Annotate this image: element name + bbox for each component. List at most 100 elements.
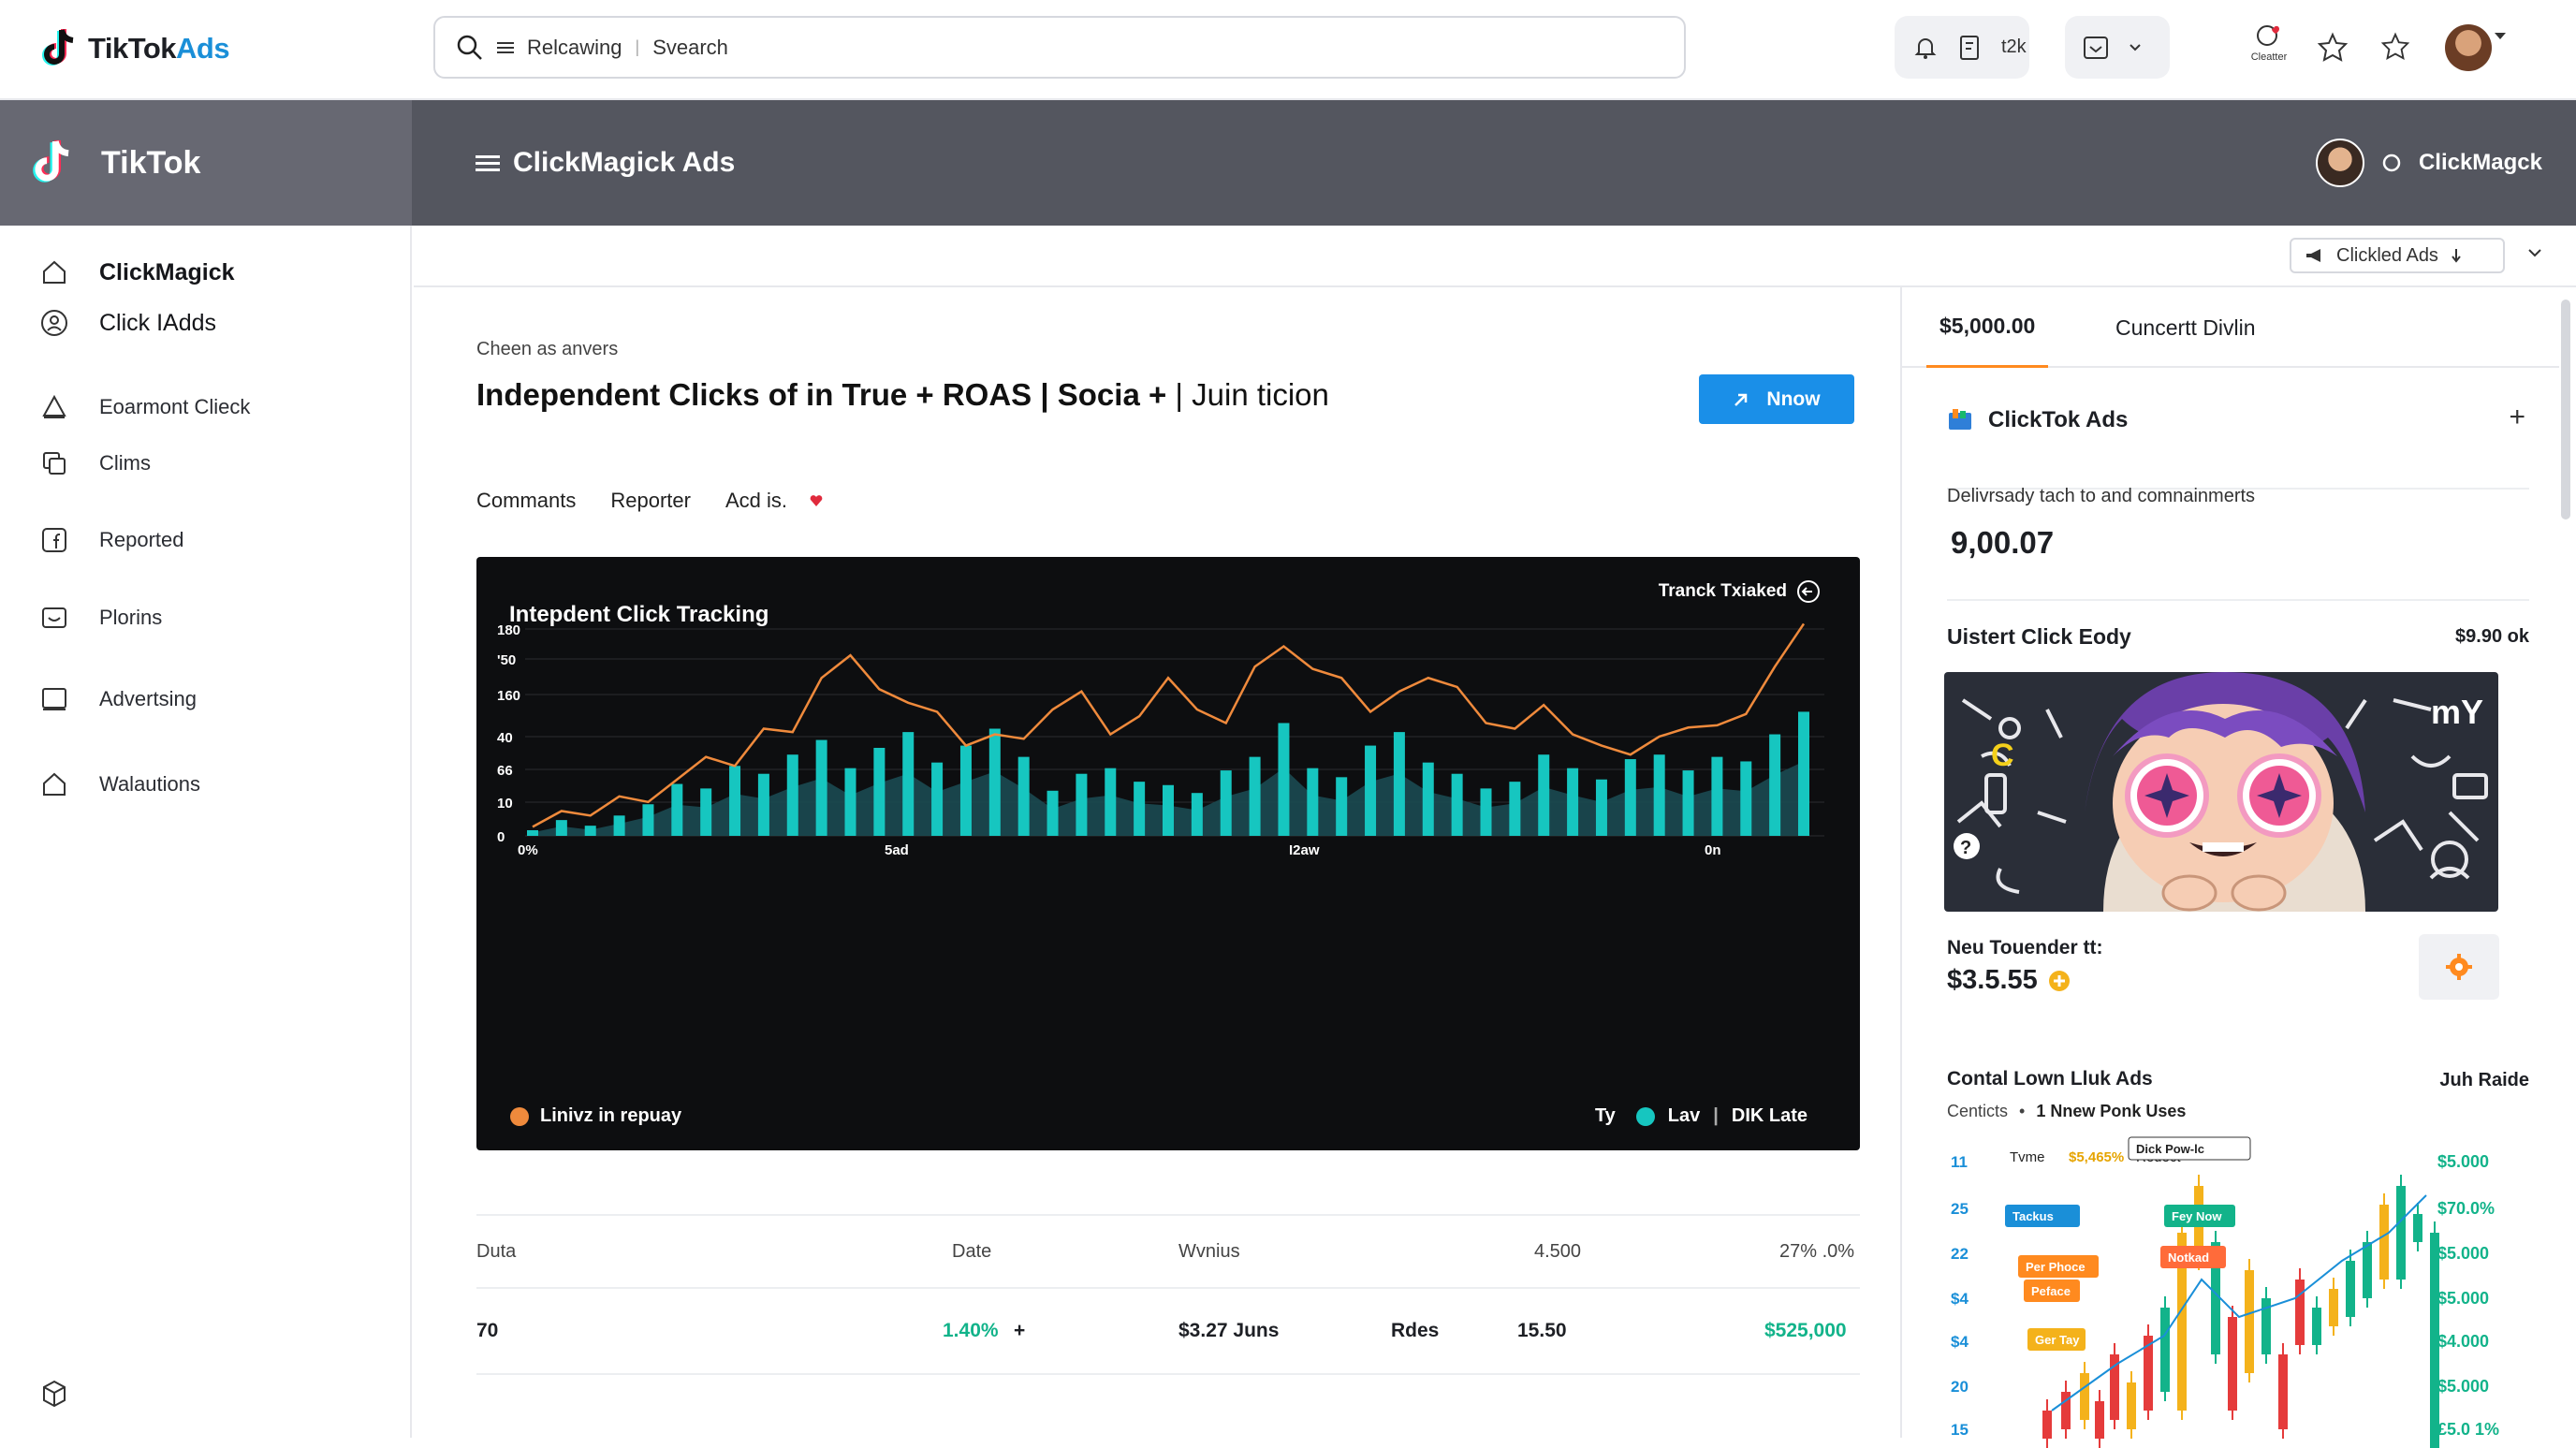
- y-tick-label: 66: [497, 763, 513, 779]
- mini-tag-label: Notkad: [2168, 1251, 2209, 1265]
- sidebar-item-reported[interactable]: Reported: [37, 523, 184, 557]
- ad-creative-thumbnail[interactable]: mY C ?: [1944, 672, 2498, 912]
- mini-tag-label: Ger Tay: [2035, 1333, 2080, 1347]
- chart-bar: [1220, 770, 1232, 836]
- account-name[interactable]: ClickMagck: [2419, 150, 2542, 176]
- header-account[interactable]: ClickMagck: [2315, 100, 2542, 226]
- chart-bar: [1798, 711, 1809, 836]
- mini-left-tick: $4: [1951, 1290, 1969, 1308]
- row-c2: 1.40%: [943, 1320, 999, 1341]
- chart-bar: [1422, 762, 1434, 836]
- legend-left-label: Linivz in repuay: [540, 1105, 682, 1126]
- mini-left-tick: 20: [1951, 1378, 1969, 1396]
- page-title-suffix: | Juin ticion: [1175, 377, 1329, 412]
- logo-text: TikTok: [88, 32, 177, 65]
- search-icon[interactable]: [456, 34, 484, 62]
- search-bar[interactable]: Relcawing | Svearch: [433, 16, 1686, 79]
- subbar-chevron-icon[interactable]: [2527, 247, 2542, 258]
- row-c1: 70: [476, 1320, 499, 1341]
- tab-reporter[interactable]: Reporter: [610, 489, 691, 513]
- row-add-button[interactable]: +: [1014, 1289, 1025, 1373]
- chart-bar: [671, 783, 683, 836]
- chart-bar: [613, 815, 625, 836]
- x-tick-label: 5ad: [885, 842, 909, 858]
- avatar-chevron-icon[interactable]: [2494, 32, 2507, 41]
- inbox-group[interactable]: [2065, 16, 2170, 79]
- chart-bar: [700, 788, 712, 836]
- user-avatar[interactable]: [2445, 24, 2492, 71]
- table-row[interactable]: 70 1.40% + $3.27 Juns Rdes 15.50 $525,00…: [476, 1289, 1860, 1375]
- document-icon[interactable]: [1958, 34, 1983, 62]
- mini-header-time: Tvme: [2010, 1149, 2045, 1165]
- chart-bar: [1046, 790, 1059, 836]
- chart-bar: [642, 804, 654, 836]
- contal-right[interactable]: Juh Raide: [2439, 1070, 2529, 1091]
- settings-button[interactable]: [2419, 934, 2499, 1000]
- hamburger-icon[interactable]: [476, 153, 500, 173]
- candle-body: [2228, 1317, 2237, 1411]
- mini-tag-label: Peface: [2031, 1284, 2071, 1298]
- x-tick-label: 0n: [1705, 842, 1721, 858]
- settings-cube-icon[interactable]: [37, 1377, 71, 1411]
- candle-body: [2363, 1242, 2372, 1298]
- right-scrollbar[interactable]: [2561, 300, 2570, 519]
- heart-dropdown-icon[interactable]: [809, 494, 824, 507]
- user-badge-label: Cleatter: [2250, 51, 2288, 63]
- tab-commants[interactable]: Commants: [476, 489, 576, 513]
- mini-candle-chart: Tvme$5,465%Redect112522$4$42015$5.000$70…: [1951, 1136, 2499, 1448]
- inbox-icon[interactable]: [2082, 35, 2110, 61]
- col-percent: 27% .0%: [1779, 1240, 1855, 1262]
- add-card-button[interactable]: +: [2509, 402, 2525, 433]
- chart-bar: [988, 728, 1001, 836]
- sidebar-item-eoarmont-clieck[interactable]: Eoarmont Clieck: [37, 390, 250, 424]
- main-content: Cheen as anvers Independent Clicks of in…: [414, 287, 1900, 1438]
- tiktok-ads-logo[interactable]: TikTokAds: [41, 22, 230, 75]
- tab-amount[interactable]: $5,000.00: [1926, 287, 2049, 368]
- favorite-icon[interactable]: [2380, 32, 2410, 62]
- search-placeholder[interactable]: Svearch: [652, 36, 728, 60]
- notification-group[interactable]: t2k: [1895, 16, 2029, 79]
- smile-card-icon: [37, 601, 71, 635]
- legend-dik-late: DIK Late: [1731, 1105, 1808, 1126]
- chart-bar: [1538, 754, 1550, 836]
- legend-lav: Lav: [1667, 1105, 1701, 1126]
- thumb-text-c: C: [1991, 738, 2014, 773]
- menu-icon[interactable]: [497, 40, 514, 55]
- sidebar-item-advertsing[interactable]: Advertsing: [37, 682, 197, 716]
- contal-sub-2: 1 Nnew Ponk Uses: [2036, 1102, 2187, 1120]
- tab-cuncertt-divlin[interactable]: Cuncertt Divlin: [2115, 287, 2256, 368]
- header-brand[interactable]: TikTok: [0, 100, 412, 226]
- col-wvnius: Wvnius: [1178, 1240, 1240, 1262]
- account-avatar[interactable]: [2315, 139, 2364, 187]
- clickled-ads-dropdown[interactable]: Clickled Ads: [2290, 238, 2505, 273]
- candle-body: [2346, 1261, 2355, 1317]
- candle-body: [2379, 1205, 2389, 1280]
- chart-bar: [1163, 784, 1174, 836]
- mini-right-tick: £5.0 1%: [2437, 1420, 2499, 1439]
- chart-bar: [1017, 756, 1030, 836]
- candle-body: [2245, 1270, 2254, 1373]
- chart-box-icon: [1947, 407, 1973, 431]
- col-date: Date: [952, 1240, 992, 1262]
- user-badge[interactable]: Cleatter: [2243, 22, 2295, 75]
- chart-bar: [1365, 745, 1377, 836]
- chevron-down-icon[interactable]: [2129, 43, 2142, 52]
- star-outline-icon[interactable]: [2317, 32, 2349, 64]
- candle-body: [2413, 1214, 2422, 1242]
- sidebar-item-clims[interactable]: Clims: [37, 446, 151, 480]
- sidebar-item-walautions[interactable]: Walautions: [37, 768, 200, 801]
- sidebar-item-clickmagick[interactable]: ClickMagick: [37, 256, 235, 289]
- tab-acd-is[interactable]: Acd is.: [725, 489, 787, 513]
- sidebar-item-click-iadds[interactable]: Click IAdds: [37, 306, 216, 340]
- table-header: Duta Date Wvnius 4.500 27% .0%: [476, 1214, 1860, 1289]
- tiktok-logo-icon: [32, 137, 75, 189]
- app-header: TikTok ClickMagick Ads ClickMagck: [0, 100, 2576, 226]
- now-button[interactable]: Nnow: [1699, 374, 1854, 424]
- sidebar-item-plorins[interactable]: Plorins: [37, 601, 162, 635]
- sub-bar: [414, 226, 2576, 287]
- search-value[interactable]: Relcawing: [527, 36, 622, 60]
- chart-bar: [1278, 723, 1290, 836]
- bell-icon[interactable]: [1911, 34, 1939, 62]
- chart-bar: [1249, 756, 1261, 836]
- new-value: $3.5.55: [1947, 965, 2038, 995]
